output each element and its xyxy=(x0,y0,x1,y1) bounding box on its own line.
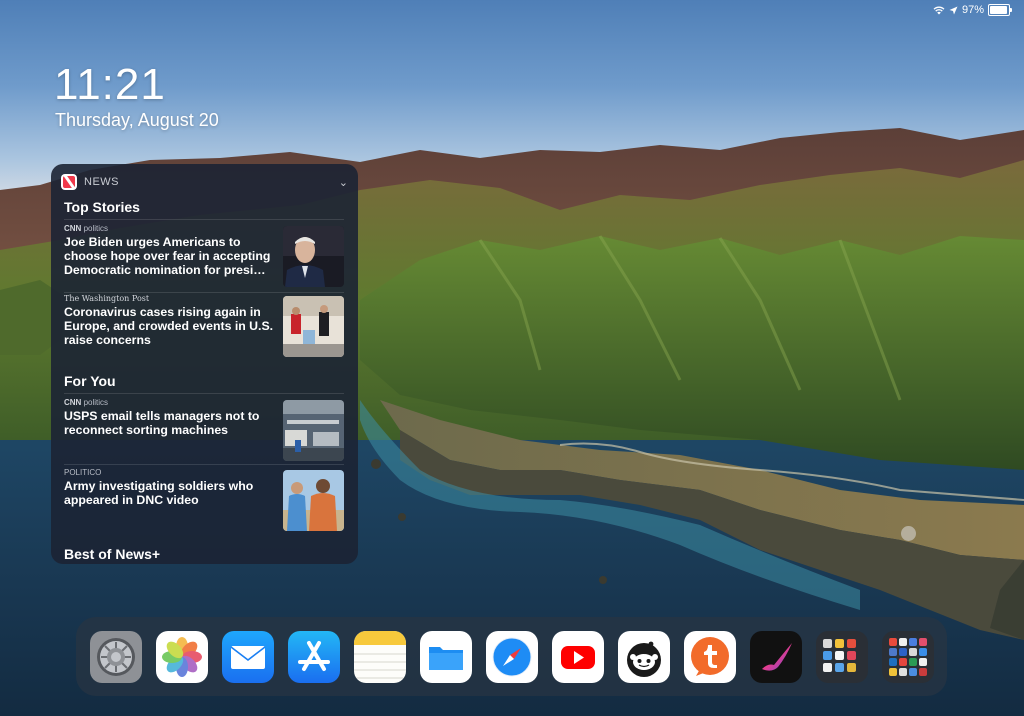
story-item[interactable]: CNN politics Joe Biden urges Americans t… xyxy=(64,224,344,287)
mail-app-icon[interactable] xyxy=(222,630,274,683)
story-headline: Joe Biden urges Americans to choose hope… xyxy=(64,235,271,277)
story-thumbnail xyxy=(283,296,344,357)
app-store-app-icon[interactable] xyxy=(288,630,340,683)
files-app-icon[interactable] xyxy=(420,630,472,683)
app-folder-icon[interactable] xyxy=(816,630,868,683)
source-tag: politics xyxy=(83,224,109,233)
reddit-app-icon[interactable] xyxy=(618,630,670,683)
settings-app-icon[interactable] xyxy=(90,630,142,683)
wifi-icon xyxy=(933,6,945,14)
procreate-app-icon[interactable] xyxy=(750,630,802,683)
section-top-stories: Top Stories xyxy=(64,199,140,215)
divider xyxy=(64,219,344,220)
widget-app-name: NEWS xyxy=(84,176,119,188)
youtube-app-icon[interactable] xyxy=(552,630,604,683)
assistive-touch-dot[interactable] xyxy=(901,526,916,541)
story-headline: USPS email tells managers not to reconne… xyxy=(64,409,260,437)
battery-icon xyxy=(988,4,1012,16)
story-thumbnail xyxy=(283,226,344,287)
divider xyxy=(64,464,344,465)
section-for-you: For You xyxy=(64,373,116,389)
photos-app-icon[interactable] xyxy=(156,630,208,683)
source-tag: politics xyxy=(83,398,109,407)
divider xyxy=(64,393,344,394)
chevron-down-icon[interactable]: ⌄ xyxy=(339,176,348,189)
story-headline: Coronavirus cases rising again in Europe… xyxy=(64,305,274,347)
location-icon xyxy=(949,6,958,14)
story-item[interactable]: CNN politics USPS email tells managers n… xyxy=(64,398,344,461)
news-widget[interactable]: NEWS ⌄ Top Stories CNN politics Joe Bide… xyxy=(51,164,358,564)
lock-time: 11:21 xyxy=(54,60,166,109)
story-item[interactable]: POLITICO Army investigating soldiers who… xyxy=(64,468,344,531)
battery-fill xyxy=(990,6,1008,14)
source-name: CNN xyxy=(64,398,82,407)
section-best-of-news-plus: Best of News+ xyxy=(64,546,161,562)
story-headline: Army investigating soldiers who appeared… xyxy=(64,479,254,507)
safari-app-icon[interactable] xyxy=(486,630,538,683)
status-bar: 97% xyxy=(933,4,1012,16)
source-name: CNN xyxy=(64,224,82,233)
divider xyxy=(64,292,344,293)
source-name: The Washington Post xyxy=(64,294,150,303)
story-thumbnail xyxy=(283,470,344,531)
battery-percent: 97% xyxy=(961,4,984,16)
app-folder-icon[interactable] xyxy=(882,630,934,683)
notes-app-icon[interactable] xyxy=(354,630,406,683)
lock-date: Thursday, August 20 xyxy=(55,110,219,130)
widget-header: NEWS ⌄ xyxy=(61,172,348,192)
story-item[interactable]: The Washington Post Coronavirus cases ri… xyxy=(64,294,344,357)
source-name: POLITICO xyxy=(64,468,102,477)
tumblr-client-app-icon[interactable] xyxy=(684,630,736,683)
story-thumbnail xyxy=(283,400,344,461)
news-app-icon xyxy=(61,174,77,190)
dock xyxy=(76,617,947,696)
